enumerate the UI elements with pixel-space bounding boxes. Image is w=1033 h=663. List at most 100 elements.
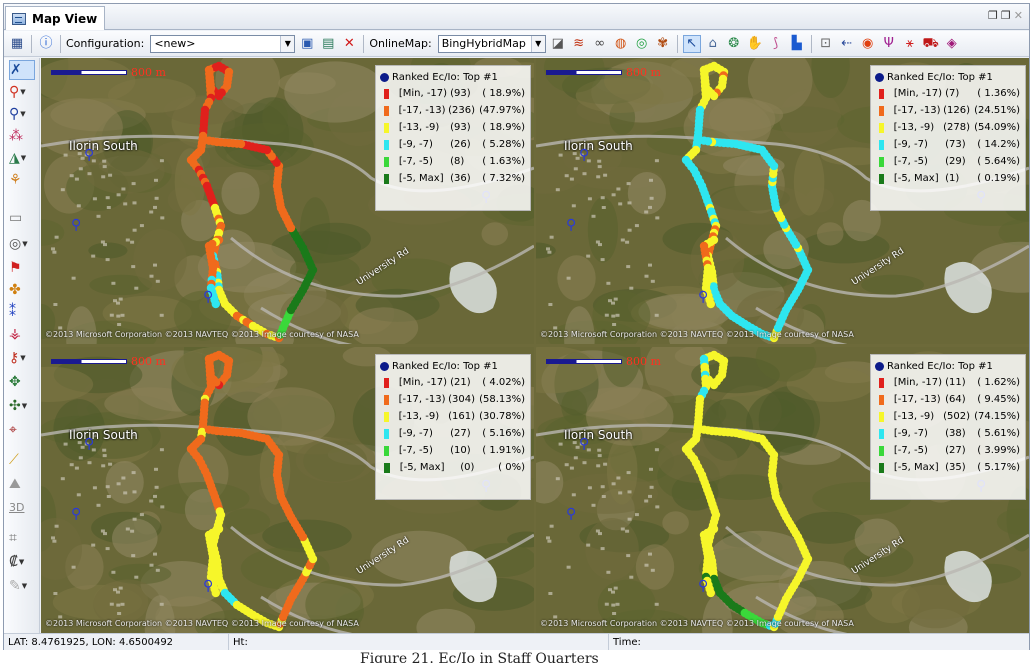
map-settings-icon[interactable]: ◪ bbox=[549, 35, 567, 53]
coverage-tool-button[interactable]: ⚑ bbox=[9, 258, 35, 278]
map-canvas[interactable]: 800 mIlorin SouthUniversity Rd⚲⚲⚲⚲©2013 … bbox=[41, 58, 1029, 633]
pie-tool-button[interactable]: ✤ bbox=[9, 280, 35, 300]
cell-site-icon[interactable]: ⚲ bbox=[203, 579, 213, 593]
save-icon[interactable]: ▣ bbox=[298, 35, 316, 53]
antenna-icon[interactable]: Ψ bbox=[880, 35, 898, 53]
building bbox=[548, 303, 553, 306]
export-icon[interactable]: ⊡ bbox=[817, 35, 835, 53]
chevron-down-icon[interactable]: ▼ bbox=[530, 35, 545, 52]
building bbox=[155, 279, 160, 283]
palette-icon[interactable]: ✾ bbox=[654, 35, 672, 53]
close-icon[interactable]: ✕ bbox=[1014, 10, 1023, 22]
handover-icon: ✥ bbox=[9, 374, 21, 390]
legend-count: (7) bbox=[945, 88, 960, 99]
info-icon[interactable]: ⓘ bbox=[37, 35, 55, 53]
building bbox=[650, 568, 655, 572]
cluster-tool-button[interactable]: ✣ ▼ bbox=[9, 396, 35, 416]
cell-site-icon[interactable]: ⚲ bbox=[84, 437, 94, 451]
chart-icon[interactable]: ▙ bbox=[788, 35, 806, 53]
interference-tool-button[interactable]: ⚷ ▼ bbox=[9, 348, 35, 368]
building bbox=[54, 235, 59, 239]
restore-window-icon[interactable]: ❐ bbox=[988, 10, 998, 22]
map-panel[interactable]: 800 mIlorin SouthUniversity Rd⚲⚲⚲⚲©2013 … bbox=[536, 58, 1029, 344]
building bbox=[103, 243, 107, 247]
cell-site-icon[interactable]: ⚲ bbox=[698, 290, 708, 304]
select-pointer-icon[interactable]: ↖ bbox=[682, 34, 701, 53]
cell-site-icon[interactable]: ⚲ bbox=[566, 218, 576, 232]
cell-site-icon[interactable]: ⚲ bbox=[71, 218, 81, 232]
scale-bar: 800 m bbox=[51, 355, 166, 368]
legend-row: [-17, -13) (236) (47.97%) bbox=[380, 102, 525, 119]
chevron-down-icon[interactable]: ▼ bbox=[280, 35, 295, 52]
map-panel[interactable]: 800 mIlorin SouthUniversity Rd⚲⚲⚲⚲©2013 … bbox=[41, 347, 534, 633]
figure-caption: Figure 21. Ec/Io in Staff Quarters bbox=[360, 651, 599, 663]
neighbor-tool-button[interactable]: ⚶ bbox=[9, 324, 35, 344]
toolbox-icon[interactable]: ⛟ bbox=[922, 35, 940, 53]
legend-range: [-7, -5) bbox=[398, 156, 433, 167]
legend-percent: ( 1.36%) bbox=[977, 88, 1020, 99]
tab-map-view[interactable]: Map View bbox=[5, 6, 105, 30]
building bbox=[130, 240, 135, 244]
terrain-tool-button[interactable]: ⛰ bbox=[9, 474, 35, 494]
building bbox=[159, 159, 164, 163]
probe-icon: ₡ bbox=[9, 554, 18, 570]
building bbox=[598, 243, 602, 247]
drive-test-tool-button[interactable]: ⁑ bbox=[9, 302, 35, 322]
onlinemap-select[interactable]: BingHybridMap ▼ bbox=[437, 34, 546, 53]
refresh-icon[interactable]: ◎ bbox=[633, 35, 651, 53]
layers-icon[interactable]: ≋ bbox=[570, 35, 588, 53]
crosshair-tool-button[interactable]: ⌖ bbox=[9, 420, 35, 440]
table-tool-button[interactable]: ▭ bbox=[9, 208, 35, 228]
building bbox=[611, 482, 616, 486]
cell-site-icon[interactable]: ⚲ bbox=[579, 148, 589, 162]
building bbox=[159, 448, 164, 452]
legend-percent: ( 5.16%) bbox=[482, 428, 525, 439]
terrain-patch bbox=[262, 100, 288, 135]
cell-site-icon[interactable]: ⚲ bbox=[71, 507, 81, 521]
pointer-tool-button[interactable]: ✗ bbox=[9, 60, 35, 80]
site-tool-button[interactable]: ⚲ ▼ bbox=[9, 82, 35, 102]
grid-view-icon[interactable]: ▦ bbox=[8, 35, 26, 53]
signal-tool-button[interactable]: ⚘ bbox=[9, 170, 35, 190]
3d-view-button[interactable]: 3D bbox=[9, 498, 35, 518]
eraser-icon[interactable]: ◈ bbox=[943, 35, 961, 53]
cell-site-icon[interactable]: ⚲ bbox=[84, 148, 94, 162]
cell-site-icon[interactable]: ⚲ bbox=[203, 290, 213, 304]
site-link-tool-button[interactable]: ⚲ ▼ bbox=[9, 104, 35, 124]
measure-icon[interactable]: ⟆ bbox=[767, 35, 785, 53]
pan-hand-icon[interactable]: ✋ bbox=[746, 35, 764, 53]
building bbox=[71, 276, 76, 280]
overlay-tool-button[interactable]: ◎ ▼ bbox=[9, 234, 35, 254]
terrain-patch bbox=[606, 437, 638, 505]
target-icon[interactable]: ◉ bbox=[859, 35, 877, 53]
cell-site-icon[interactable]: ⚲ bbox=[579, 437, 589, 451]
globe-icon[interactable]: ◍ bbox=[612, 35, 630, 53]
cell-site-icon[interactable]: ⚲ bbox=[698, 579, 708, 593]
probe-tool-button[interactable]: ₡ ▼ bbox=[9, 552, 35, 572]
legend-row: [-5, Max] (35) ( 5.17%) bbox=[875, 459, 1020, 476]
building bbox=[109, 602, 114, 606]
legend-row: [Min, -17) (93) ( 18.9%) bbox=[380, 85, 525, 102]
graph-tool-button[interactable]: ◮ ▼ bbox=[9, 148, 35, 168]
legend-count: (93) bbox=[450, 88, 471, 99]
maximize-window-icon[interactable]: ❐ bbox=[1001, 10, 1011, 22]
legend-range: [-7, -5) bbox=[893, 445, 928, 456]
ruler-tool-button[interactable]: ⟋ bbox=[9, 450, 35, 470]
cell-site-icon[interactable]: ⚲ bbox=[566, 507, 576, 521]
scale-bar: 800 m bbox=[546, 355, 661, 368]
zoom-options-icon[interactable]: ❂ bbox=[725, 35, 743, 53]
home-icon[interactable]: ⌂ bbox=[704, 35, 722, 53]
scatter-tool-button[interactable]: ⁂ bbox=[9, 126, 35, 146]
handover-tool-button[interactable]: ✥ bbox=[9, 372, 35, 392]
arrow-tool-icon[interactable]: ⇠ bbox=[838, 35, 856, 53]
configuration-select[interactable]: <new> ▼ bbox=[150, 34, 296, 53]
fit-view-button[interactable]: ⌗ bbox=[9, 528, 35, 548]
link-icon[interactable]: ∞ bbox=[591, 35, 609, 53]
route-icon[interactable]: ⚹ bbox=[901, 35, 919, 53]
map-panel[interactable]: 800 mIlorin SouthUniversity Rd⚲⚲⚲⚲©2013 … bbox=[536, 347, 1029, 633]
map-panel[interactable]: 800 mIlorin SouthUniversity Rd⚲⚲⚲⚲©2013 … bbox=[41, 58, 534, 344]
pin-tool-button[interactable]: ✎ ▼ bbox=[9, 576, 35, 596]
save-as-icon[interactable]: ▤ bbox=[319, 35, 337, 53]
building bbox=[149, 563, 154, 567]
delete-icon[interactable]: ✕ bbox=[340, 35, 358, 53]
